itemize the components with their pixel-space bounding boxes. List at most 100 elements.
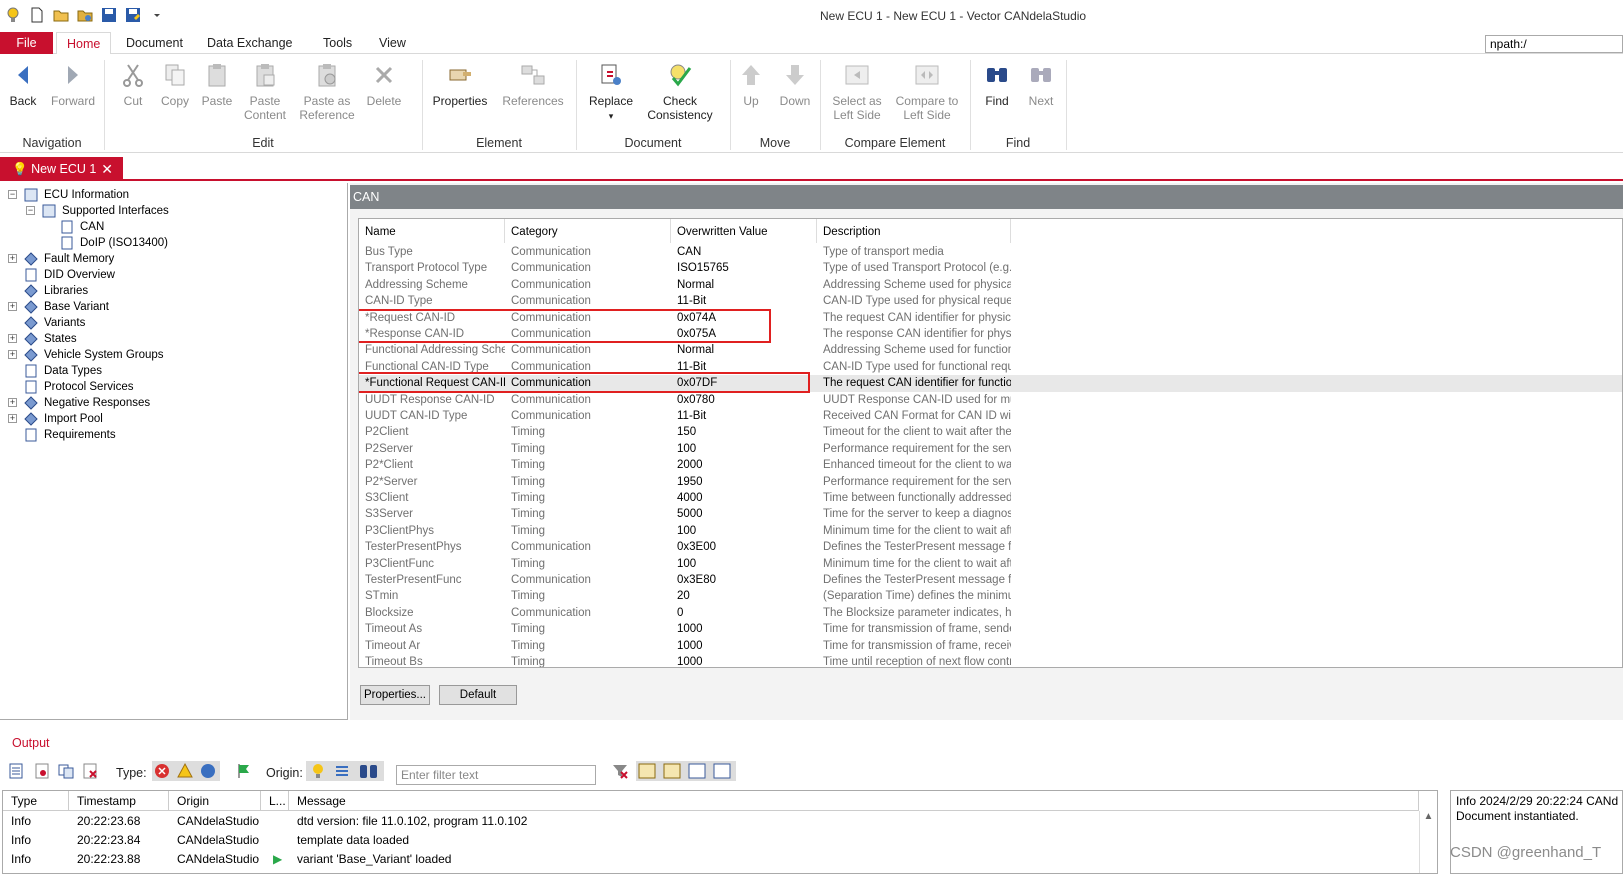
- grid-row[interactable]: TesterPresentFunc Communication 0x3E80 Defi…: [359, 572, 1622, 589]
- save-as-icon[interactable]: [124, 6, 142, 24]
- flag-icon[interactable]: [236, 763, 252, 779]
- grid-cell-category: Communication: [511, 278, 591, 291]
- grid-row[interactable]: Timeout Bs Timing 1000 Time until reception…: [359, 654, 1622, 667]
- column-header-name[interactable]: Name: [359, 219, 505, 243]
- clear-output-icon[interactable]: [82, 763, 98, 779]
- check-consistency-button[interactable]: Check Consistency: [640, 62, 720, 122]
- grid-cell-category: Communication: [511, 393, 591, 406]
- select-as-left-side-button[interactable]: Select as Left Side: [828, 62, 886, 122]
- open-recent-icon[interactable]: [76, 6, 94, 24]
- tab-home[interactable]: Home: [56, 32, 112, 55]
- grid-row[interactable]: P2Server Timing 100 Performance requirement…: [359, 441, 1622, 458]
- output-list-icon[interactable]: [8, 763, 24, 779]
- grid-row[interactable]: TesterPresentPhys Communication 0x3E00 Defi…: [359, 539, 1622, 556]
- tree-item-label: DID Overview: [44, 269, 115, 281]
- grid-row[interactable]: Addressing Scheme Communication Normal Addr…: [359, 277, 1622, 294]
- grid-row[interactable]: S3Client Timing 4000 Time between functiona…: [359, 490, 1622, 507]
- cut-button[interactable]: Cut: [116, 62, 150, 108]
- grid-row[interactable]: P2Client Timing 150 Timeout for the client …: [359, 424, 1622, 441]
- grid-row[interactable]: Timeout Ar Timing 1000 Time for transmissio…: [359, 638, 1622, 655]
- up-button[interactable]: Up: [734, 62, 768, 108]
- expand-icon[interactable]: +: [8, 334, 17, 343]
- output-row[interactable]: Info 20:22:23.68 CANdelaStudio dtd version:…: [3, 812, 1418, 831]
- output-cell-type: Info: [11, 833, 32, 847]
- default-button[interactable]: Default: [439, 685, 517, 705]
- collapse-icon[interactable]: −: [26, 206, 35, 215]
- grid-row[interactable]: Blocksize Communication 0 The Blocksize par…: [359, 605, 1622, 622]
- save-icon[interactable]: [100, 6, 118, 24]
- collapse-icon[interactable]: −: [8, 190, 17, 199]
- down-button[interactable]: Down: [778, 62, 812, 108]
- column-header-category[interactable]: Category: [505, 219, 671, 243]
- paste-as-reference-button[interactable]: Paste as Reference: [296, 62, 358, 122]
- grid-row[interactable]: Timeout As Timing 1000 Time for transmissio…: [359, 621, 1622, 638]
- expand-icon[interactable]: +: [8, 350, 17, 359]
- output-column-level[interactable]: L...: [261, 791, 289, 811]
- grid-row[interactable]: Transport Protocol Type Communication ISO1…: [359, 260, 1622, 277]
- origin-filter-label: Origin:: [266, 766, 303, 780]
- grid-row[interactable]: P3ClientFunc Timing 100 Minimum time for th…: [359, 556, 1622, 573]
- properties-button[interactable]: Properties: [428, 62, 492, 108]
- output-doc-icon[interactable]: [34, 763, 50, 779]
- grid-row[interactable]: STmin Timing 20 (Separation Time) defines t…: [359, 588, 1622, 605]
- tab-document[interactable]: Document: [116, 32, 193, 54]
- output-row[interactable]: Info 20:22:23.88 CANdelaStudio ▶ variant 'Ba…: [3, 850, 1418, 869]
- file-menu[interactable]: File: [0, 32, 53, 54]
- references-button[interactable]: References: [500, 62, 566, 108]
- tab-view[interactable]: View: [369, 32, 416, 54]
- properties-dialog-button[interactable]: Properties...: [360, 685, 430, 705]
- column-header-description[interactable]: Description: [817, 219, 1011, 243]
- output-row[interactable]: Info 20:22:23.84 CANdelaStudio template dat…: [3, 831, 1418, 850]
- grid-cell-value: 1000: [677, 623, 703, 636]
- copy-output-icon[interactable]: [58, 763, 74, 779]
- grid-row[interactable]: P3ClientPhys Timing 100 Minimum time for th…: [359, 523, 1622, 540]
- output-column-message[interactable]: Message: [289, 791, 1419, 811]
- compare-to-left-side-button[interactable]: Compare to Left Side: [892, 62, 962, 122]
- output-column-type[interactable]: Type: [3, 791, 69, 811]
- npath-input[interactable]: npath:/: [1485, 35, 1623, 53]
- grid-row[interactable]: P2*Client Timing 2000 Enhanced timeout for …: [359, 457, 1622, 474]
- close-icon[interactable]: ✕: [101, 157, 113, 181]
- next-button[interactable]: Next: [1024, 62, 1058, 108]
- output-filter-input[interactable]: Enter filter text: [396, 765, 596, 785]
- paste-content-button[interactable]: Paste Content: [240, 62, 290, 122]
- replace-button[interactable]: Replace ▾: [586, 62, 636, 123]
- paste-button[interactable]: Paste: [200, 62, 234, 108]
- grid-row[interactable]: S3Server Timing 5000 Time for the server to…: [359, 506, 1622, 523]
- back-button[interactable]: Back: [6, 62, 40, 108]
- expand-icon[interactable]: +: [8, 254, 17, 263]
- tab-data-exchange[interactable]: Data Exchange: [197, 32, 302, 54]
- grid-cell-desc: Performance requirement for the server..…: [823, 442, 1011, 455]
- expand-icon[interactable]: +: [8, 414, 17, 423]
- forward-button[interactable]: Forward: [48, 62, 98, 108]
- document-icon: [61, 236, 73, 250]
- compare-icon: [915, 65, 939, 85]
- grid-cell-name: Timeout Ar: [365, 639, 421, 652]
- grid-row[interactable]: UUDT CAN-ID Type Communication 11-Bit Recei…: [359, 408, 1622, 425]
- grid-cell-value: 100: [677, 442, 697, 455]
- delete-button[interactable]: Delete: [364, 62, 404, 108]
- clear-filter-icon[interactable]: [612, 763, 628, 779]
- copy-button[interactable]: Copy: [158, 62, 192, 108]
- grid-row[interactable]: P2*Server Timing 1950 Performance requireme…: [359, 474, 1622, 491]
- expand-icon[interactable]: +: [8, 398, 17, 407]
- output-title: Output: [12, 736, 50, 750]
- output-scrollbar[interactable]: ▲: [1419, 811, 1437, 873]
- output-column-origin[interactable]: Origin: [169, 791, 261, 811]
- select-left-label-2: Left Side: [833, 108, 881, 122]
- grid-row[interactable]: Bus Type Communication CAN Type of transpor…: [359, 244, 1622, 261]
- grid-row[interactable]: CAN-ID Type Communication 11-Bit CAN-ID Typ…: [359, 293, 1622, 310]
- customize-dropdown-icon[interactable]: [148, 6, 166, 24]
- open-folder-icon[interactable]: [52, 6, 70, 24]
- new-document-icon[interactable]: [28, 6, 46, 24]
- find-button[interactable]: Find: [980, 62, 1014, 108]
- document-tab[interactable]: 💡 New ECU 1 ✕: [0, 157, 123, 181]
- ribbon-separator: [1066, 60, 1067, 150]
- tab-tools[interactable]: Tools: [313, 32, 362, 54]
- output-column-timestamp[interactable]: Timestamp: [69, 791, 169, 811]
- grid-row[interactable]: Functional Addressing Sche... Communicati…: [359, 342, 1622, 359]
- expand-icon[interactable]: +: [8, 302, 17, 311]
- column-header-value[interactable]: Overwritten Value: [671, 219, 817, 243]
- document-icon: [25, 268, 37, 282]
- grid-row[interactable]: UUDT Response CAN-ID Communication 0x0780 U…: [359, 392, 1622, 409]
